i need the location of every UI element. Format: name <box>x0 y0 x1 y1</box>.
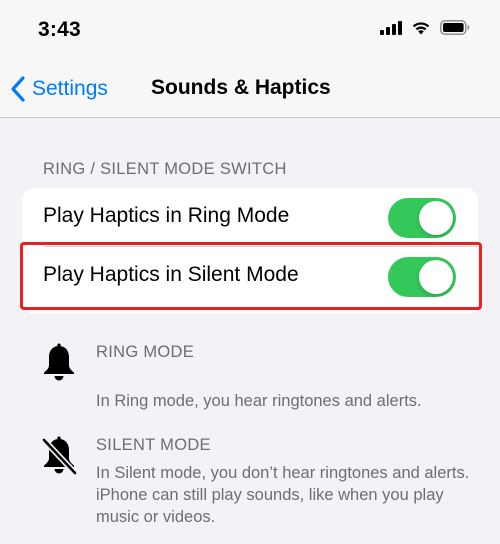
page-title: Sounds & Haptics <box>151 76 331 99</box>
navigation-bar: Settings Sounds & Haptics <box>0 62 500 118</box>
back-label: Settings <box>32 77 108 100</box>
info-desc-silent: In Silent mode, you don’t hear ringtones… <box>96 464 470 526</box>
row-label: Play Haptics in Ring Mode <box>43 204 290 227</box>
row-label: Play Haptics in Silent Mode <box>43 263 299 286</box>
haptics-silent-toggle[interactable] <box>388 257 456 297</box>
bell-icon <box>44 343 74 381</box>
toggle-knob <box>419 260 453 294</box>
wifi-icon <box>412 22 430 35</box>
haptics-ring-toggle[interactable] <box>388 198 456 238</box>
cellular-signal-icon <box>380 20 402 35</box>
info-title-silent: SILENT MODE <box>96 436 211 454</box>
bell-slash-icon <box>41 436 78 476</box>
section-header: RING / SILENT MODE SWITCH <box>43 160 287 178</box>
status-bar: 3:43 <box>0 0 500 62</box>
info-title-ring: RING MODE <box>96 343 195 361</box>
battery-icon <box>440 20 470 35</box>
row-haptics-ring: Play Haptics in Ring Mode <box>22 188 478 247</box>
status-time: 3:43 <box>38 18 81 41</box>
settings-group: Play Haptics in Ring Mode Play Haptics i… <box>22 188 478 314</box>
info-desc-ring: In Ring mode, you hear ringtones and ale… <box>96 392 422 410</box>
row-haptics-silent: Play Haptics in Silent Mode <box>22 247 478 305</box>
toggle-knob <box>419 201 453 235</box>
back-button[interactable]: Settings <box>10 74 108 104</box>
status-icons <box>380 20 470 35</box>
chevron-left-icon <box>11 76 25 102</box>
